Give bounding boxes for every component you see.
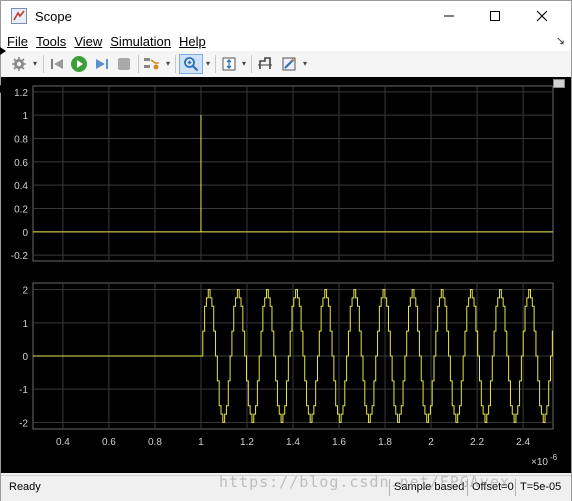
y-tick-label: -1 <box>19 385 28 396</box>
highlight-dropdown-icon[interactable]: ▾ <box>166 59 173 69</box>
y-tick-label: 0.6 <box>14 158 28 169</box>
y-tick-label: 1 <box>22 111 28 122</box>
scope-plots[interactable]: 1.2 1 0.8 0.6 0.4 0.2 0 -0.2 2 1 0 -1 -2 0.4 0.6 0.8 1 1.… <box>1 77 571 473</box>
x-tick-label: 0.4 <box>56 437 70 448</box>
close-icon <box>536 10 548 22</box>
scale-dropdown-icon[interactable]: ▾ <box>242 59 249 69</box>
x-tick-label: 1.4 <box>286 437 300 448</box>
menu-help[interactable]: Help <box>179 34 206 49</box>
toolbar-separator <box>251 55 252 73</box>
y-tick-label: -0.2 <box>11 251 29 262</box>
zoom-icon[interactable] <box>179 54 203 74</box>
undock-icon[interactable] <box>553 79 565 88</box>
scope-display: 1.2 1 0.8 0.6 0.4 0.2 0 -0.2 2 1 0 -1 -2 0.4 0.6 0.8 1 1.… <box>1 77 571 473</box>
x-tick-label: 0.6 <box>102 437 116 448</box>
y-tick-label: 0 <box>22 228 28 239</box>
x-exponent-label: ×10 <box>531 457 548 468</box>
x-tick-label: 1.2 <box>240 437 254 448</box>
x-tick-label: 0.8 <box>148 437 162 448</box>
watermark: https://blog.csdn.net/FPGAvex <box>219 473 510 491</box>
y-tick-label: 1.2 <box>14 88 28 99</box>
gear-icon[interactable] <box>9 54 29 74</box>
stop-icon[interactable] <box>114 54 134 74</box>
external-arrow-icon <box>0 47 6 55</box>
x-tick-label: 1.6 <box>332 437 346 448</box>
step-back-icon[interactable] <box>47 54 67 74</box>
x-exponent-power: -6 <box>550 453 558 462</box>
y-tick-label: 0.4 <box>14 181 28 192</box>
scale-axes-icon[interactable] <box>219 54 239 74</box>
menu-tools[interactable]: Tools <box>36 34 66 49</box>
step-forward-icon[interactable] <box>92 54 112 74</box>
y-tick-label: -2 <box>19 418 28 429</box>
menu-simulation[interactable]: Simulation <box>110 34 171 49</box>
minimize-icon <box>444 15 454 17</box>
window-title: Scope <box>35 8 72 24</box>
y-tick-label: 2 <box>22 286 28 297</box>
dock-arrow-icon[interactable]: ↘ <box>556 34 565 47</box>
style-icon[interactable] <box>279 54 299 74</box>
gear-dropdown-icon[interactable]: ▾ <box>33 59 40 69</box>
menu-file[interactable]: File <box>7 34 28 49</box>
status-state: Ready <box>9 481 41 493</box>
toolbar-separator <box>215 55 216 73</box>
minimize-button[interactable] <box>426 1 472 31</box>
y-tick-label: 0.8 <box>14 135 28 146</box>
style-dropdown-icon[interactable]: ▾ <box>303 59 310 69</box>
scope-window: Scope File Tools View Simulation Help ↘ … <box>0 0 572 501</box>
highlight-signal-icon[interactable] <box>142 54 162 74</box>
y-tick-label: 0.2 <box>14 205 28 216</box>
external-arrow-icon <box>0 85 6 93</box>
y-tick-label: 1 <box>22 319 28 330</box>
toolbar-separator <box>138 55 139 73</box>
x-tick-label: 2.2 <box>470 437 484 448</box>
matlab-scope-icon <box>11 8 27 24</box>
x-tick-label: 1 <box>198 437 204 448</box>
x-tick-label: 2.4 <box>516 437 530 448</box>
close-button[interactable] <box>519 1 565 31</box>
toolbar-separator <box>175 55 176 73</box>
x-tick-label: 1.8 <box>378 437 392 448</box>
zoom-dropdown-icon[interactable]: ▾ <box>206 59 213 69</box>
x-tick-label: 2 <box>428 437 434 448</box>
toolbar: ▾ ▾ ▾ ▾ ▾ <box>1 51 571 78</box>
menu-bar: File Tools View Simulation Help <box>1 31 571 51</box>
maximize-icon <box>490 11 500 21</box>
status-time: T=5e-05 <box>515 479 565 496</box>
cursor-measure-icon[interactable] <box>255 54 275 74</box>
y-tick-label: 0 <box>22 352 28 363</box>
menu-view[interactable]: View <box>74 34 102 49</box>
toolbar-separator <box>43 55 44 73</box>
title-bar[interactable]: Scope <box>1 1 571 31</box>
maximize-button[interactable] <box>472 1 518 31</box>
run-icon[interactable] <box>69 54 89 74</box>
